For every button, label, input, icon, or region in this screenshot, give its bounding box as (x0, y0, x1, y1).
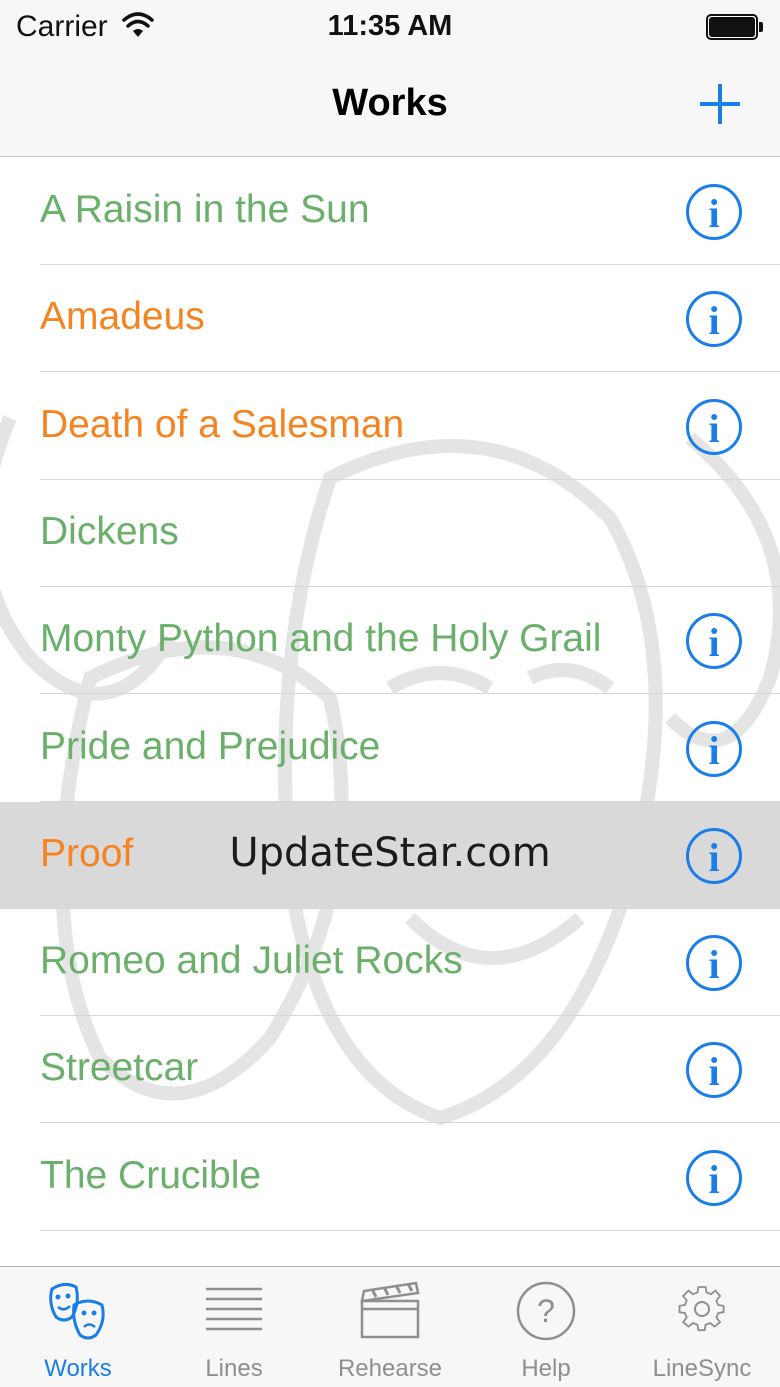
work-title: Streetcar (40, 1046, 199, 1090)
work-row[interactable]: Proof i (0, 801, 780, 909)
info-glyph: i (708, 620, 720, 666)
tab-label: Lines (205, 1355, 263, 1382)
info-button[interactable]: i (686, 827, 742, 884)
battery-icon (706, 14, 764, 40)
tab-label: Help (521, 1355, 571, 1382)
work-title: Proof (40, 831, 134, 875)
work-title: Amadeus (40, 295, 205, 339)
clapperboard-icon (360, 1281, 420, 1339)
gear-icon (678, 1286, 725, 1332)
info-glyph: i (708, 298, 720, 344)
work-title: Romeo and Juliet Rocks (40, 939, 463, 983)
work-title: Death of a Salesman (40, 402, 405, 446)
tab-works[interactable]: Works (0, 1267, 156, 1387)
help-icon: ? (516, 1281, 576, 1341)
works-list[interactable]: A Raisin in the Sun i Amadeus i Death of a S… (0, 158, 780, 1266)
work-row[interactable]: The Crucible i (0, 1124, 780, 1231)
work-title: The Crucible (40, 1153, 262, 1197)
tab-rehearse[interactable]: Rehearse (312, 1267, 468, 1387)
info-glyph: i (708, 834, 720, 880)
info-glyph: i (708, 1049, 720, 1095)
info-button[interactable]: i (686, 935, 742, 992)
info-button[interactable]: i (686, 720, 742, 777)
app-screen: Carrier 11:35 AM Works A Raisin in the S… (0, 0, 780, 1387)
info-button[interactable]: i (686, 184, 742, 240)
plus-icon (700, 84, 740, 124)
row-separator (40, 1229, 780, 1231)
info-glyph: i (708, 942, 720, 988)
theater-masks-icon (49, 1282, 105, 1340)
work-row[interactable]: Dickens (0, 480, 780, 587)
svg-text:?: ? (537, 1293, 555, 1329)
info-glyph: i (708, 191, 720, 236)
info-glyph: i (708, 1156, 720, 1202)
work-title: Dickens (40, 509, 179, 553)
tab-label: Works (44, 1355, 112, 1382)
info-button[interactable]: i (686, 398, 742, 455)
work-row[interactable]: A Raisin in the Sun i (0, 158, 780, 265)
info-button[interactable]: i (686, 1149, 742, 1206)
status-bar: Carrier 11:35 AM (0, 0, 780, 56)
tab-bar: Works Lines Rehearse ? Help LineSync (0, 1266, 780, 1387)
work-row[interactable]: Pride and Prejudice i (0, 695, 780, 802)
work-title: A Raisin in the Sun (40, 188, 370, 231)
status-time: 11:35 AM (327, 10, 453, 42)
tab-lines[interactable]: Lines (156, 1267, 312, 1387)
info-glyph: i (708, 405, 720, 451)
tab-label: Rehearse (337, 1355, 443, 1382)
work-row[interactable]: Death of a Salesman i (0, 373, 780, 480)
add-work-button[interactable] (696, 80, 744, 128)
lines-icon (206, 1287, 262, 1331)
info-button[interactable]: i (686, 613, 742, 670)
info-button[interactable]: i (686, 291, 742, 348)
work-row[interactable]: Amadeus i (0, 265, 780, 373)
work-title: Monty Python and the Holy Grail (40, 617, 602, 661)
work-title: Pride and Prejudice (40, 724, 381, 768)
info-glyph: i (708, 727, 720, 773)
tab-label: LineSync (652, 1355, 752, 1382)
tab-help[interactable]: ? Help (468, 1267, 624, 1387)
info-button[interactable]: i (686, 1042, 742, 1099)
navigation-bar: Works (0, 56, 780, 157)
page-title: Works (332, 82, 448, 124)
work-row[interactable]: Romeo and Juliet Rocks i (0, 909, 780, 1017)
battery-fill (709, 17, 755, 37)
work-row[interactable]: Monty Python and the Holy Grail i (0, 587, 780, 695)
tab-linesync[interactable]: LineSync (624, 1267, 780, 1387)
work-row[interactable]: Streetcar i (0, 1016, 780, 1124)
